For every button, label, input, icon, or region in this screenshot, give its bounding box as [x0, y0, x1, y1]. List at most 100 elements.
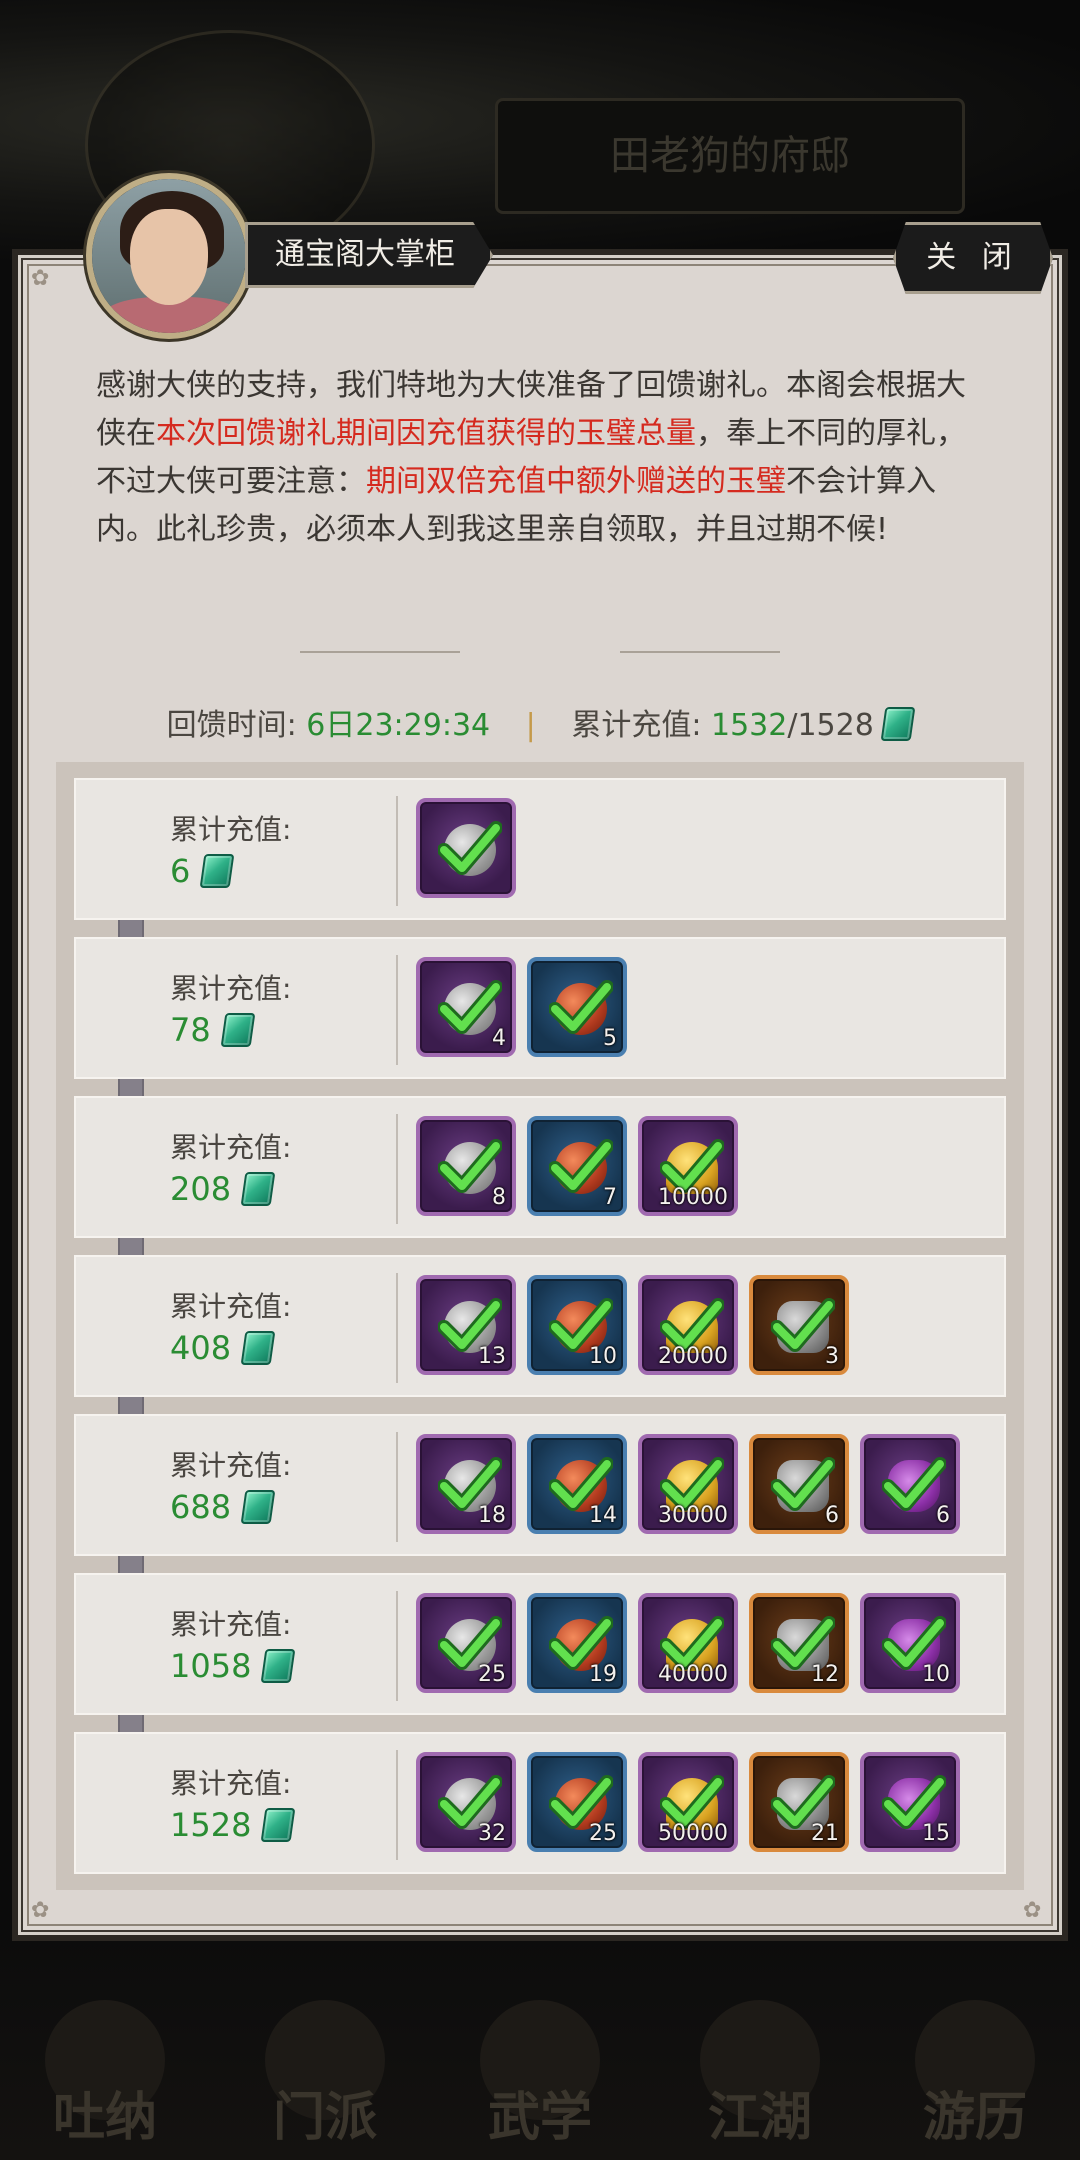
reward-item-bottle[interactable]: 15	[860, 1752, 960, 1852]
npc-name-tag: 通宝阁大掌柜	[245, 222, 493, 288]
reward-item-gold[interactable]: 50000	[638, 1752, 738, 1852]
item-quantity: 30000	[658, 1503, 728, 1528]
item-quantity: 18	[478, 1503, 506, 1528]
tier-label: 累计充值:	[170, 1449, 292, 1482]
jade-icon	[880, 707, 916, 741]
row-separator	[396, 1273, 398, 1383]
tier-row: 累计充值: 1528 32 25 50000 21 15	[74, 1732, 1006, 1874]
reward-item-pill[interactable]: 5	[527, 957, 627, 1057]
tier-label: 累计充值:	[170, 1290, 292, 1323]
jade-icon	[240, 1172, 276, 1206]
nav-item-menpai[interactable]: 门派	[240, 2000, 410, 2150]
item-quantity: 3	[825, 1344, 839, 1369]
jade-icon	[261, 1649, 296, 1683]
reward-item-gold[interactable]: 20000	[638, 1275, 738, 1375]
row-separator	[396, 1591, 398, 1701]
item-quantity: 12	[811, 1662, 839, 1687]
item-quantity: 10	[589, 1344, 617, 1369]
nav-item-tuna[interactable]: 吐纳	[20, 2000, 190, 2150]
item-quantity: 7	[603, 1185, 617, 1210]
nav-item-wuxue[interactable]: 武学	[455, 2000, 625, 2150]
total-label: 累计充值:	[571, 708, 702, 743]
reward-item-pill[interactable]: 7	[527, 1116, 627, 1216]
reward-item-bottle[interactable]: 10	[860, 1593, 960, 1693]
item-quantity: 21	[811, 1821, 839, 1846]
item-quantity: 6	[936, 1503, 950, 1528]
item-quantity: 32	[478, 1821, 506, 1846]
row-separator	[396, 1114, 398, 1224]
intro-text: 感谢大侠的支持，我们特地为大侠准备了回馈谢礼。本阁会根据大侠在本次回馈谢礼期间因…	[96, 368, 966, 547]
item-quantity: 14	[589, 1503, 617, 1528]
close-button[interactable]: 关 闭	[893, 222, 1053, 294]
reward-item-gold[interactable]: 30000	[638, 1434, 738, 1534]
row-separator	[396, 955, 398, 1065]
tier-label: 累计充值:	[170, 813, 292, 846]
nav-item-jianghu[interactable]: 江湖	[675, 2000, 845, 2150]
reward-item-stone[interactable]	[416, 798, 516, 898]
item-quantity: 13	[478, 1344, 506, 1369]
time-value: 6日23:29:34	[306, 708, 491, 743]
tier-amount-value: 408	[170, 1329, 232, 1367]
reward-item-gold[interactable]: 40000	[638, 1593, 738, 1693]
item-quantity: 20000	[658, 1344, 728, 1369]
reward-item-stone[interactable]: 18	[416, 1434, 516, 1534]
reward-item-stone[interactable]: 13	[416, 1275, 516, 1375]
item-quantity: 25	[478, 1662, 506, 1687]
reward-item-stone[interactable]: 25	[416, 1593, 516, 1693]
reward-item-pill[interactable]: 10	[527, 1275, 627, 1375]
jade-icon	[240, 1490, 276, 1524]
item-quantity: 19	[589, 1662, 617, 1687]
reward-item-gold[interactable]: 10000	[638, 1116, 738, 1216]
item-quantity: 15	[922, 1821, 950, 1846]
reward-item-stone[interactable]: 8	[416, 1116, 516, 1216]
row-separator	[396, 1432, 398, 1542]
tier-label: 累计充值:	[170, 972, 292, 1005]
tier-label: 累计充值:	[170, 1767, 292, 1800]
tier-amount: 78	[170, 1011, 256, 1049]
tier-amount: 1528	[170, 1806, 296, 1844]
reward-item-pill[interactable]: 19	[527, 1593, 627, 1693]
item-quantity: 4	[492, 1026, 506, 1051]
item-quantity: 5	[603, 1026, 617, 1051]
tier-label: 累计充值:	[170, 1131, 292, 1164]
summary-separator: |	[525, 708, 536, 743]
tier-amount: 688	[170, 1488, 276, 1526]
jade-icon	[261, 1808, 296, 1842]
npc-avatar	[86, 173, 252, 339]
tier-amount: 408	[170, 1329, 276, 1367]
nav-item-youli[interactable]: 游历	[890, 2000, 1060, 2150]
jade-icon	[220, 1013, 256, 1047]
jade-icon	[199, 854, 235, 888]
reward-item-bottle[interactable]: 6	[860, 1434, 960, 1534]
reward-item-pill[interactable]: 25	[527, 1752, 627, 1852]
row-separator	[396, 796, 398, 906]
tier-amount-value: 1058	[170, 1647, 252, 1685]
item-quantity: 8	[492, 1185, 506, 1210]
tier-amount: 1058	[170, 1647, 296, 1685]
claimed-check-icon	[438, 821, 502, 875]
reward-item-ore[interactable]: 6	[749, 1434, 849, 1534]
tier-row: 累计充值: 78 4 5	[74, 937, 1006, 1079]
item-quantity: 25	[589, 1821, 617, 1846]
summary-bar: 回馈时间: 6日23:29:34 | 累计充值: 1532/1528	[0, 702, 1080, 750]
reward-item-ore[interactable]: 3	[749, 1275, 849, 1375]
tier-amount: 208	[170, 1170, 276, 1208]
tier-amount-value: 208	[170, 1170, 232, 1208]
total-target: /1528	[787, 708, 874, 743]
reward-item-stone[interactable]: 4	[416, 957, 516, 1057]
reward-item-ore[interactable]: 21	[749, 1752, 849, 1852]
tier-amount-value: 688	[170, 1488, 232, 1526]
tier-amount-value: 78	[170, 1011, 211, 1049]
row-separator	[396, 1750, 398, 1860]
reward-item-pill[interactable]: 14	[527, 1434, 627, 1534]
item-quantity: 10000	[658, 1185, 728, 1210]
reward-item-ore[interactable]: 12	[749, 1593, 849, 1693]
jade-icon	[240, 1331, 276, 1365]
tier-amount: 6	[170, 852, 235, 890]
tier-row: 累计充值: 6	[74, 778, 1006, 920]
corner-ornament: ✿	[31, 266, 50, 291]
reward-item-stone[interactable]: 32	[416, 1752, 516, 1852]
divider-right	[620, 648, 780, 656]
background-title: 田老狗的府邸	[495, 98, 965, 214]
time-label: 回馈时间:	[166, 708, 297, 743]
